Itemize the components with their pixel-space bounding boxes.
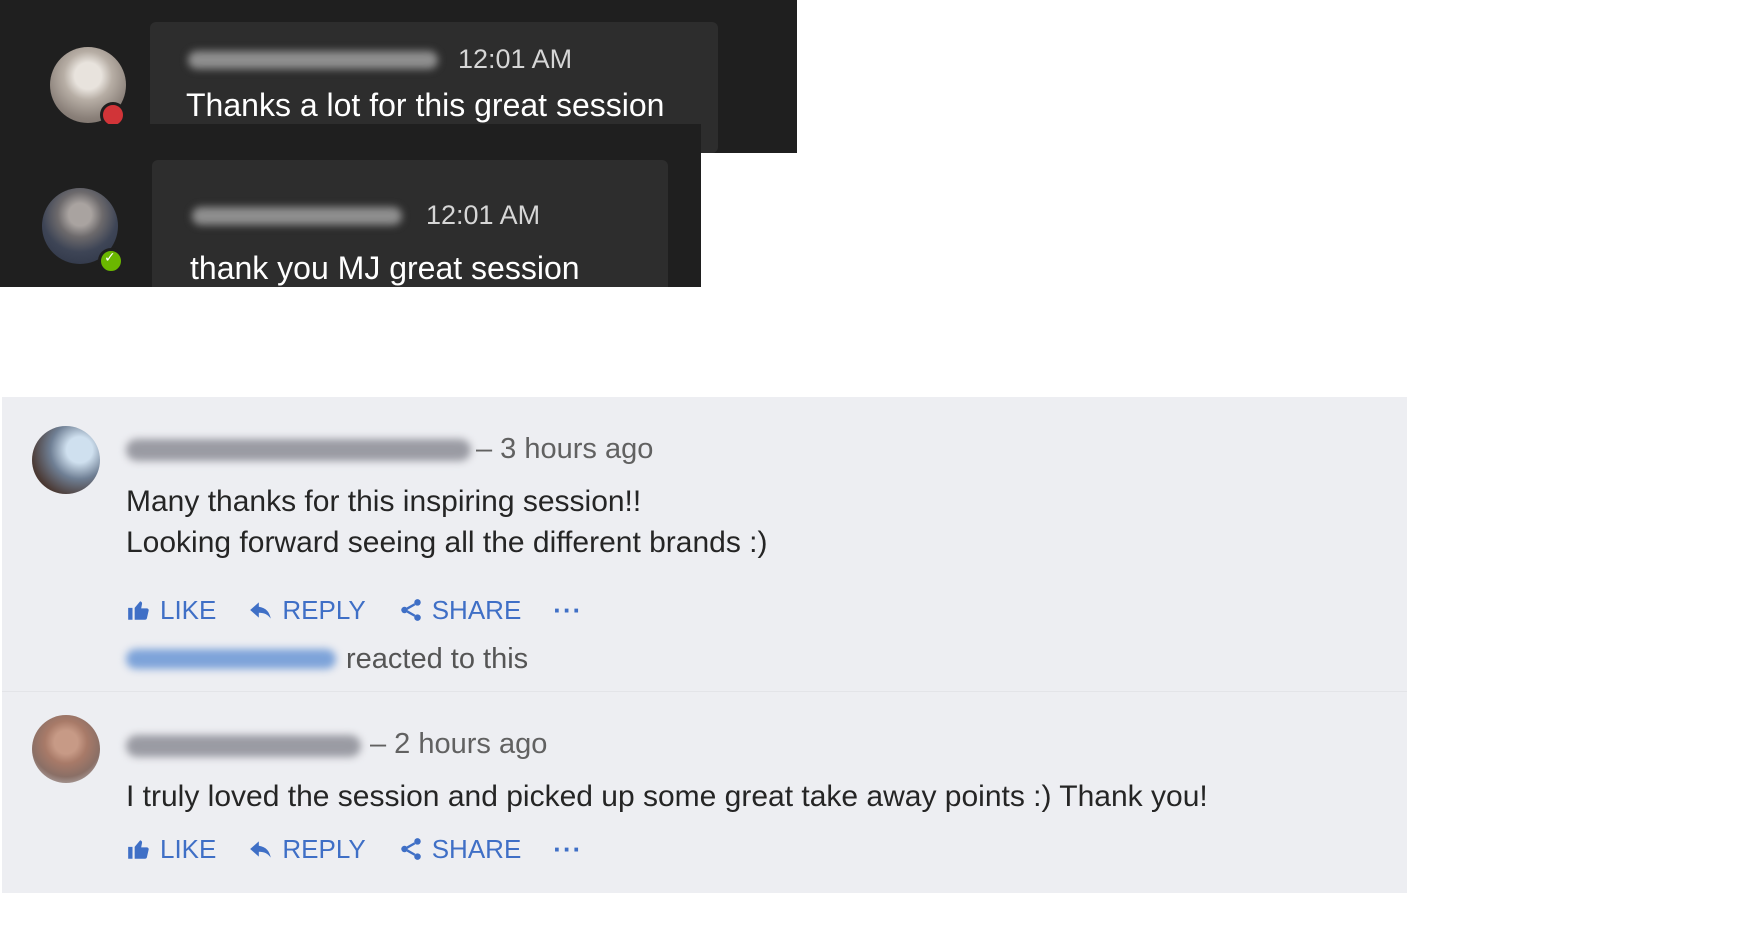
comment-thread: – 3 hours ago Many thanks for this inspi…	[2, 397, 1407, 893]
reply-button[interactable]: REPLY	[248, 833, 366, 865]
reply-label: REPLY	[282, 594, 366, 625]
like-button[interactable]: LIKE	[126, 834, 216, 865]
avatar[interactable]	[32, 426, 100, 494]
comment-timestamp: – 3 hours ago	[476, 433, 654, 465]
share-icon	[400, 599, 421, 621]
reply-arrow-icon	[250, 602, 272, 619]
like-button[interactable]: LIKE	[126, 595, 216, 626]
comment-actions: LIKE REPLY SHARE ···	[126, 593, 582, 627]
presence-available-icon	[98, 248, 124, 274]
comment-line: Many thanks for this inspiring session!!	[126, 485, 642, 518]
share-button[interactable]: SHARE	[398, 594, 522, 626]
reply-button[interactable]: REPLY	[248, 594, 366, 626]
message-text: thank you MJ great session	[190, 250, 580, 286]
comment-item: – 2 hours ago I truly loved the session …	[2, 691, 1407, 894]
reply-arrow-icon	[250, 841, 272, 858]
thumbs-up-icon	[128, 601, 149, 620]
comment-line: I truly loved the session and picked up …	[126, 780, 1208, 813]
author-name-blurred[interactable]	[126, 735, 361, 757]
share-icon	[400, 838, 421, 860]
comment-timestamp: – 2 hours ago	[370, 728, 548, 760]
like-label: LIKE	[160, 833, 217, 864]
message-text: Thanks a lot for this great session	[186, 87, 665, 123]
share-button[interactable]: SHARE	[398, 833, 522, 865]
chat-bubble: 12:01 AM thank you MJ great session	[152, 160, 668, 287]
message-timestamp: 12:01 AM	[458, 44, 573, 74]
share-label: SHARE	[431, 594, 522, 625]
like-label: LIKE	[160, 594, 217, 625]
comment-body: Many thanks for this inspiring session!!…	[126, 481, 768, 563]
comment-body: I truly loved the session and picked up …	[126, 776, 1208, 817]
chat-message-2: 12:01 AM thank you MJ great session	[0, 124, 701, 287]
message-timestamp: 12:01 AM	[426, 200, 541, 230]
comment-line: Looking forward seeing all the different…	[126, 526, 768, 559]
avatar[interactable]	[32, 715, 100, 783]
more-dots-icon[interactable]: ···	[553, 595, 582, 626]
author-name-blurred[interactable]	[126, 439, 471, 461]
comment-item: – 3 hours ago Many thanks for this inspi…	[2, 397, 1407, 691]
reaction-text: reacted to this	[346, 642, 529, 675]
reaction-summary: reacted to this	[126, 639, 528, 679]
sender-name-blurred	[188, 51, 438, 69]
sender-name-blurred	[192, 207, 402, 225]
comment-actions: LIKE REPLY SHARE ···	[126, 832, 582, 866]
share-label: SHARE	[431, 833, 522, 864]
thumbs-up-icon	[128, 840, 149, 859]
reactor-name-blurred[interactable]	[126, 649, 336, 669]
reply-label: REPLY	[282, 833, 366, 864]
more-dots-icon[interactable]: ···	[553, 834, 582, 865]
